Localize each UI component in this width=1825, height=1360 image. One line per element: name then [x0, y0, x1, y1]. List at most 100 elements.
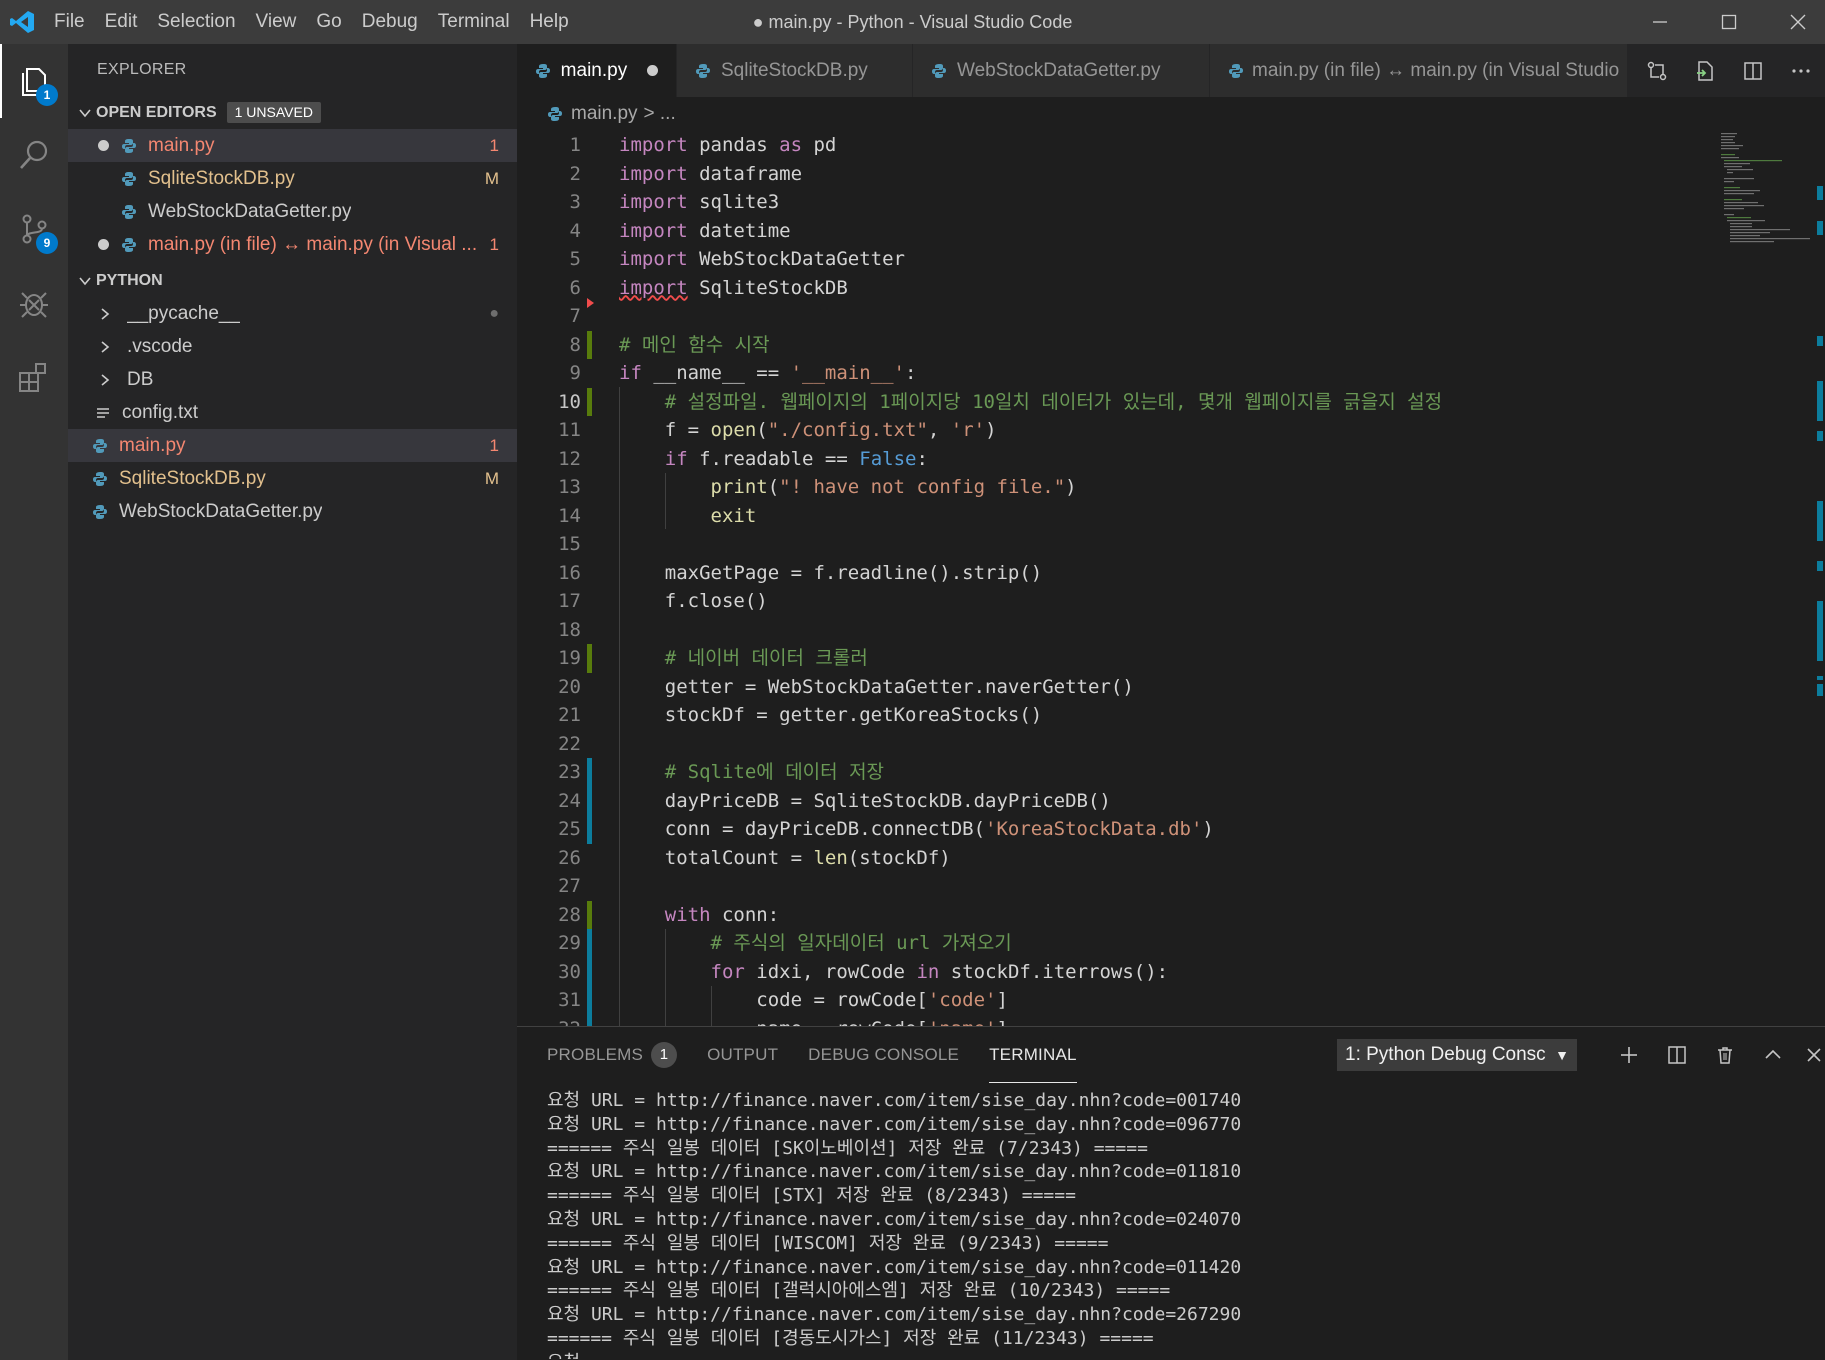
- activity-source-control[interactable]: 9: [0, 192, 68, 266]
- tree-folder-item[interactable]: DB: [68, 363, 517, 396]
- open-editors-label: OPEN EDITORS: [96, 104, 217, 121]
- minimize-icon: [1652, 21, 1667, 23]
- kill-terminal-button[interactable]: [1707, 1037, 1743, 1073]
- new-terminal-button[interactable]: [1611, 1037, 1647, 1073]
- open-editor-item[interactable]: main.py (in file) ↔ main.py (in Visual .…: [68, 228, 517, 261]
- close-panel-button[interactable]: [1803, 1037, 1825, 1073]
- open-editors-header[interactable]: OPEN EDITORS 1 UNSAVED: [68, 96, 517, 129]
- activity-extensions[interactable]: [0, 340, 68, 414]
- tree-file-item[interactable]: WebStockDataGetter.py: [68, 495, 517, 528]
- tab-sqlitestockdb[interactable]: SqliteStockDB.py: [677, 44, 913, 97]
- open-editor-name: main.py: [148, 135, 215, 156]
- breadcrumb-file[interactable]: main.py: [571, 103, 638, 125]
- explorer-title: EXPLORER: [97, 61, 187, 78]
- menu-edit[interactable]: Edit: [95, 0, 148, 44]
- terminal-line: ====== 주식 일봉 데이터 [WISCOM] 저장 완료 (9/2343)…: [547, 1232, 1109, 1254]
- open-editor-item[interactable]: SqliteStockDB.py M: [68, 162, 517, 195]
- editor-tabs: main.py SqliteStockDB.py WebStockDataGet…: [517, 44, 1825, 97]
- code-line: 14 exit: [558, 504, 757, 527]
- code-line: 23 # Sqlite에 데이터 저장: [517, 758, 1717, 787]
- terminal-select-value: 1: Python Debug Consc: [1345, 1044, 1546, 1065]
- overview-ruler: [1817, 186, 1823, 696]
- tab-diff-main-py[interactable]: main.py (in file) ↔ main.py (in Visual S…: [1210, 44, 1628, 97]
- code-line: 28 with conn:: [517, 900, 1717, 929]
- code-line: 15: [558, 533, 581, 555]
- more-actions-button[interactable]: [1777, 44, 1825, 97]
- explorer-sidebar: EXPLORER OPEN EDITORS 1 UNSAVED main.py …: [68, 44, 517, 1360]
- menu-debug[interactable]: Debug: [352, 0, 428, 44]
- minimap[interactable]: [1721, 131, 1811, 251]
- debug-bug-icon: [20, 292, 48, 318]
- unsaved-dot-icon[interactable]: [647, 65, 658, 76]
- breadcrumb: main.py > ...: [517, 97, 1825, 131]
- chevron-down-icon: [74, 264, 96, 297]
- menu-bar: File Edit Selection View Go Debug Termin…: [44, 0, 579, 44]
- activity-debug[interactable]: [0, 266, 68, 340]
- code-line: 11 f = open("./config.txt", 'r'): [558, 419, 997, 441]
- plus-icon: [1621, 1047, 1637, 1063]
- code-line: 6 import SqliteStockDB: [569, 276, 848, 299]
- terminal-select[interactable]: 1: Python Debug Consc ▼: [1337, 1039, 1577, 1071]
- code-line: 5 import WebStockDataGetter: [569, 248, 905, 270]
- tree-folder-item[interactable]: .vscode: [68, 330, 517, 363]
- tree-file-item[interactable]: SqliteStockDB.py M: [68, 462, 517, 495]
- python-file-icon: [695, 62, 713, 80]
- terminal-output[interactable]: 요청 URL = http://finance.naver.com/item/s…: [547, 1089, 1807, 1359]
- tab-problems[interactable]: PROBLEMS 1: [547, 1027, 678, 1083]
- code-line: 16 maxGetPage = f.readline().strip(): [558, 561, 1043, 584]
- tree-file-item[interactable]: main.py 1: [68, 429, 517, 462]
- minimize-button[interactable]: [1625, 0, 1694, 44]
- breadcrumb-symbols[interactable]: > ...: [644, 103, 676, 125]
- close-icon: [1807, 1048, 1821, 1062]
- code-editor[interactable]: 1 import pandas as pd 2 import dataframe 3…: [517, 131, 1825, 1026]
- python-file-icon: [121, 236, 139, 254]
- menu-view[interactable]: View: [246, 0, 307, 44]
- unsaved-dot-icon: [98, 140, 109, 151]
- menu-file[interactable]: File: [44, 0, 95, 44]
- activity-explorer[interactable]: 1: [0, 44, 68, 118]
- menu-selection[interactable]: Selection: [147, 0, 245, 44]
- open-editor-name: SqliteStockDB.py: [148, 168, 295, 189]
- tab-label: WebStockDataGetter.py: [957, 59, 1161, 81]
- tab-main-py[interactable]: main.py: [517, 44, 677, 97]
- tab-webstockdatagetter[interactable]: WebStockDataGetter.py: [913, 44, 1210, 97]
- code-line: 3 import sqlite3: [569, 191, 780, 213]
- maximize-panel-button[interactable]: [1755, 1037, 1791, 1073]
- tab-terminal[interactable]: TERMINAL: [989, 1027, 1077, 1083]
- editor-scrollbar[interactable]: [1811, 131, 1825, 1026]
- tab-debug-console[interactable]: DEBUG CONSOLE: [808, 1027, 959, 1083]
- modified-badge: M: [484, 469, 499, 488]
- unsaved-badge: 1 UNSAVED: [226, 102, 321, 123]
- close-window-button[interactable]: [1763, 0, 1825, 44]
- python-file-icon: [547, 106, 563, 122]
- folder-header[interactable]: PYTHON: [68, 264, 517, 297]
- vscode-logo-icon: [0, 0, 44, 44]
- tab-output[interactable]: OUTPUT: [707, 1027, 778, 1083]
- split-terminal-button[interactable]: [1659, 1037, 1695, 1073]
- open-editor-item[interactable]: WebStockDataGetter.py: [68, 195, 517, 228]
- compare-changes-button[interactable]: [1633, 44, 1681, 97]
- panel-tabs: PROBLEMS 1 OUTPUT DEBUG CONSOLE TERMINAL…: [517, 1027, 1825, 1083]
- tree-item-name: main.py: [119, 435, 186, 456]
- terminal-line: 요청 URL = http://finance.naver.com/item/s…: [547, 1208, 1242, 1230]
- search-icon: [20, 140, 48, 169]
- code-line: 9 if __name__ == '__main__':: [569, 362, 917, 384]
- python-file-icon: [92, 437, 110, 455]
- python-file-icon: [121, 203, 139, 221]
- chevron-down-icon: [74, 96, 96, 129]
- code-line: 12 if f.readable == False:: [558, 447, 928, 470]
- code-line: 13 print("! have not config file."): [558, 476, 1077, 498]
- split-editor-button[interactable]: [1729, 44, 1777, 97]
- python-file-icon: [535, 62, 553, 80]
- tree-folder-item[interactable]: __pycache__ ●: [68, 297, 517, 330]
- open-file-button[interactable]: [1681, 44, 1729, 97]
- tree-file-item[interactable]: config.txt: [68, 396, 517, 429]
- menu-help[interactable]: Help: [520, 0, 579, 44]
- activity-search[interactable]: [0, 118, 68, 192]
- menu-go[interactable]: Go: [306, 0, 351, 44]
- open-editor-item[interactable]: main.py 1: [68, 129, 517, 162]
- maximize-button[interactable]: [1694, 0, 1763, 44]
- menu-terminal[interactable]: Terminal: [428, 0, 520, 44]
- code-line: 30 for idxi, rowCode in stockDf.iterrows…: [517, 957, 1717, 986]
- code-line: 17 f.close(): [558, 590, 768, 612]
